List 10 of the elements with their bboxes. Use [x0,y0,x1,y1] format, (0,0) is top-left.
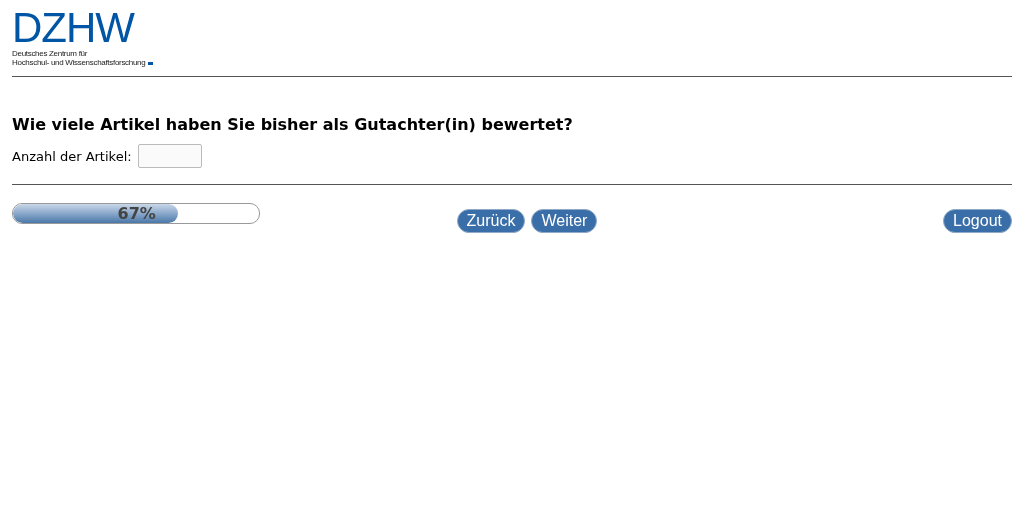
question-text: Wie viele Artikel haben Sie bisher als Gutachter(in) bewertet? [12,115,574,135]
progress-label: 67% [116,204,157,223]
logout-button[interactable]: Logout [943,209,1012,233]
field-label: Anzahl der Artikel: [12,148,132,164]
nav-button[interactable]: Weiter [531,209,598,233]
square-icon [148,62,154,65]
nav-button[interactable]: Zurück [456,209,526,233]
input-field[interactable] [137,144,202,168]
logo-subtitle: Deutsches Zentrum für [12,49,89,58]
logo-wordmark: DZHW [12,10,136,46]
